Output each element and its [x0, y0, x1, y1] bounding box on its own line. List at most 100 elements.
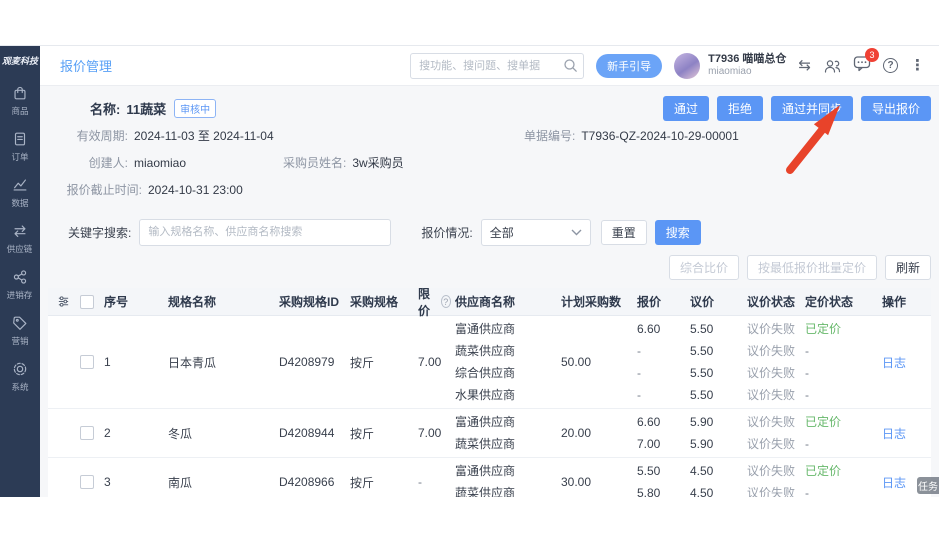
log-link[interactable]: 日志	[882, 425, 906, 442]
export-quote-button[interactable]: 导出报价	[860, 95, 931, 121]
pricing-status: 已定价 -	[801, 411, 857, 455]
help-icon[interactable]: ?	[883, 58, 898, 73]
spec-name: 日本青瓜	[168, 355, 217, 370]
sidebar-item-supply-chain[interactable]: 供应链	[0, 215, 40, 261]
global-search-input[interactable]	[410, 52, 585, 79]
row-checkbox[interactable]	[80, 355, 94, 369]
search-button[interactable]: 搜索	[654, 219, 701, 245]
compare-price-button[interactable]: 综合比价	[668, 255, 739, 280]
sidebar: 观麦科技 商品 订单 数据 供应链 进销存 营销 系统	[0, 46, 40, 497]
sidebar-item-system[interactable]: 系统	[0, 353, 40, 399]
reset-button[interactable]: 重置	[600, 219, 647, 245]
avatar[interactable]	[674, 52, 701, 79]
sidebar-item-data[interactable]: 数据	[0, 169, 40, 215]
sidebar-item-marketing[interactable]: 营销	[0, 307, 40, 353]
creator-label: 创建人:	[88, 156, 128, 170]
table-toolbar: 综合比价 按最低报价批量定价 刷新	[48, 255, 931, 281]
quote-table: 序号 规格名称 采购规格ID 采购规格 限价? 供应商名称 计划采购数 报价 议价 议价状态 定价状…	[48, 287, 931, 497]
log-link[interactable]: 日志	[882, 354, 906, 371]
supplier-name: 富通供应商	[455, 322, 516, 336]
refresh-button[interactable]: 刷新	[884, 255, 931, 280]
spec-id: D4208966	[279, 475, 335, 489]
users-group-icon[interactable]	[823, 58, 841, 74]
supplier-name: 水果供应商	[455, 388, 516, 402]
sidebar-item-goods[interactable]: 商品	[0, 77, 40, 123]
table-row: 2 冬瓜 D4208944 按斤 7.00 富通供应商 蔬菜供应商 20.00 6.60 7.00…	[48, 409, 931, 458]
row-checkbox-cell	[75, 411, 100, 455]
table-header: 序号 规格名称 采购规格ID 采购规格 限价? 供应商名称 计划采购数 报价 议价 议价状态 定价状…	[48, 287, 931, 318]
row-actions: 日志	[857, 318, 931, 406]
supplier-names: 富通供应商 蔬菜供应商 综合供应商 水果供应商	[451, 318, 557, 406]
pricing-status: 已定价 -	[801, 460, 857, 497]
quote-status-value: 全部	[489, 225, 514, 240]
supplier-name: 综合供应商	[455, 366, 516, 380]
quote-prices: 6.60 - - -	[633, 318, 686, 406]
breadcrumb[interactable]: 报价管理	[60, 56, 112, 75]
column-header: 采购规格	[350, 295, 399, 309]
quote-price: -	[637, 388, 641, 402]
negotiation-status: 议价失败 议价失败 议价失败 议价失败	[743, 318, 801, 406]
row-checkbox[interactable]	[80, 475, 94, 489]
task-floating-tab[interactable]: 任务	[917, 477, 939, 494]
switch-account-icon[interactable]: ⇆	[798, 58, 811, 73]
quote-status-select[interactable]: 全部	[480, 218, 591, 246]
row-checkbox-cell	[75, 318, 100, 406]
message-badge: 3	[865, 47, 879, 62]
app-window: 观麦科技 商品订单数据供应链进销存营销系统 报价管理 新手引导 T7936 喵	[0, 45, 939, 497]
tag-icon	[11, 314, 29, 332]
sidebar-nav: 商品订单数据供应链 进销存 营销 系统	[0, 77, 40, 399]
pricing-status-value: 已定价	[805, 464, 842, 478]
header-checkbox-cell	[75, 288, 100, 315]
approve-and-sync-button[interactable]: 通过并同步	[770, 95, 853, 121]
quote-price: -	[637, 344, 641, 358]
sidebar-item-label: 商品	[11, 105, 29, 116]
pricing-status-value: 已定价	[805, 322, 842, 336]
tenant-switcher[interactable]: T7936 喵喵总仓 miaomiao	[708, 53, 786, 77]
column-header: 采购规格ID	[279, 295, 340, 309]
quote-price: 6.60	[637, 415, 661, 429]
quote-prices: 5.50 5.80	[633, 460, 686, 497]
keyword-search-input[interactable]	[139, 218, 392, 246]
plan-quantity: 20.00	[561, 426, 592, 440]
negotiation-status-value: 议价失败	[747, 415, 796, 429]
select-all-checkbox[interactable]	[80, 294, 94, 309]
quote-status-label: 报价情况:	[421, 225, 473, 240]
supplier-names: 富通供应商 蔬菜供应商	[451, 460, 557, 497]
reject-button[interactable]: 拒绝	[716, 95, 763, 121]
batch-lowest-price-button[interactable]: 按最低报价批量定价	[746, 255, 877, 280]
messages-button[interactable]: 3	[853, 47, 879, 77]
spec-name: 冬瓜	[168, 426, 193, 441]
quote-prices: 6.60 7.00	[633, 411, 686, 455]
limit-price: 7.00	[418, 355, 442, 369]
column-header: 供应商名称	[455, 295, 516, 309]
status-badge: 审核中	[174, 98, 217, 118]
purchase-spec: 按斤	[350, 355, 375, 370]
topbar: 报价管理 新手引导 T7936 喵喵总仓 miaomiao ⇆	[40, 46, 939, 86]
column-settings-icon[interactable]	[48, 288, 75, 315]
negotiated-price: 4.50	[690, 464, 714, 478]
pricing-status-value: -	[805, 366, 809, 380]
name-label: 名称:	[90, 101, 121, 117]
purchase-spec: 按斤	[350, 426, 375, 441]
sidebar-item-inventory[interactable]: 进销存	[0, 261, 40, 307]
limit-price-help-icon: ?	[440, 295, 451, 308]
negotiated-prices: 4.50 4.50	[686, 460, 743, 497]
row-actions: 日志	[857, 411, 931, 455]
column-header: 序号	[104, 295, 129, 309]
page-content: 名称: 11蔬菜 审核中 通过 拒绝 通过并同步 导出报价 有效周期: 2024…	[40, 86, 939, 497]
approve-button[interactable]: 通过	[662, 95, 709, 121]
sidebar-item-label: 数据	[11, 197, 29, 208]
sidebar-item-orders[interactable]: 订单	[0, 123, 40, 169]
guide-button[interactable]: 新手引导	[596, 53, 663, 78]
log-link[interactable]: 日志	[882, 474, 906, 491]
row-checkbox[interactable]	[80, 426, 94, 440]
negotiated-prices: 5.90 5.90	[686, 411, 743, 455]
negotiation-status: 议价失败 议价失败	[743, 411, 801, 455]
quote-price: 5.80	[637, 486, 661, 497]
table-body: 1 日本青瓜 D4208979 按斤 7.00 富通供应商 蔬菜供应商 综合供应商 水果供应商 5…	[48, 316, 931, 497]
search-icon	[563, 58, 578, 78]
negotiation-status: 议价失败 议价失败	[743, 460, 801, 497]
keyword-label: 关键字搜索:	[68, 225, 132, 240]
more-menu-icon[interactable]: ⋮	[910, 58, 925, 73]
purchase-spec: 按斤	[350, 475, 375, 490]
